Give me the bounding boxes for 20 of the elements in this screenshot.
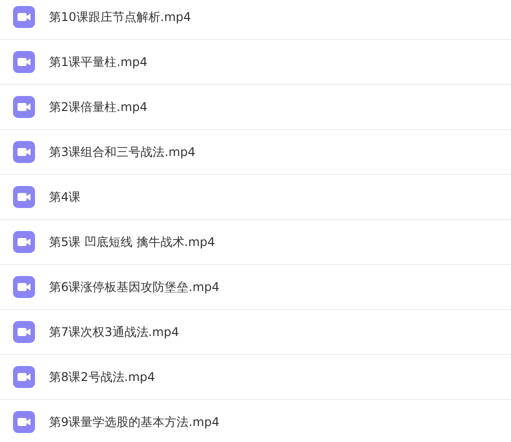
- file-name[interactable]: 第2课倍量柱.mp4: [49, 98, 148, 116]
- video-file-icon: [13, 276, 35, 298]
- file-name[interactable]: 第8课2号战法.mp4: [49, 368, 156, 386]
- file-name[interactable]: 第3课组合和三号战法.mp4: [49, 144, 196, 160]
- video-file-icon: [13, 231, 35, 253]
- file-name[interactable]: 第1课平量柱.mp4: [49, 54, 148, 70]
- video-file-icon: [13, 6, 35, 28]
- video-file-icon: [13, 96, 35, 118]
- video-file-icon: [13, 141, 35, 163]
- file-name[interactable]: 第4课: [49, 188, 81, 206]
- file-name[interactable]: 第10课跟庄节点解析.mp4: [49, 8, 192, 26]
- video-file-icon: [13, 411, 35, 433]
- video-file-icon: [13, 186, 35, 208]
- file-name[interactable]: 第9课量学选股的基本方法.mp4: [49, 414, 220, 430]
- file-name[interactable]: 第7课次权3通战法.mp4: [49, 324, 180, 340]
- file-name[interactable]: 第6课涨停板基因攻防堡垒.mp4: [49, 278, 220, 296]
- file-name[interactable]: 第5课 凹底短线 擒牛战术.mp4: [49, 234, 216, 250]
- video-file-icon: [13, 366, 35, 388]
- video-file-icon: [13, 321, 35, 343]
- video-file-icon: [13, 51, 35, 73]
